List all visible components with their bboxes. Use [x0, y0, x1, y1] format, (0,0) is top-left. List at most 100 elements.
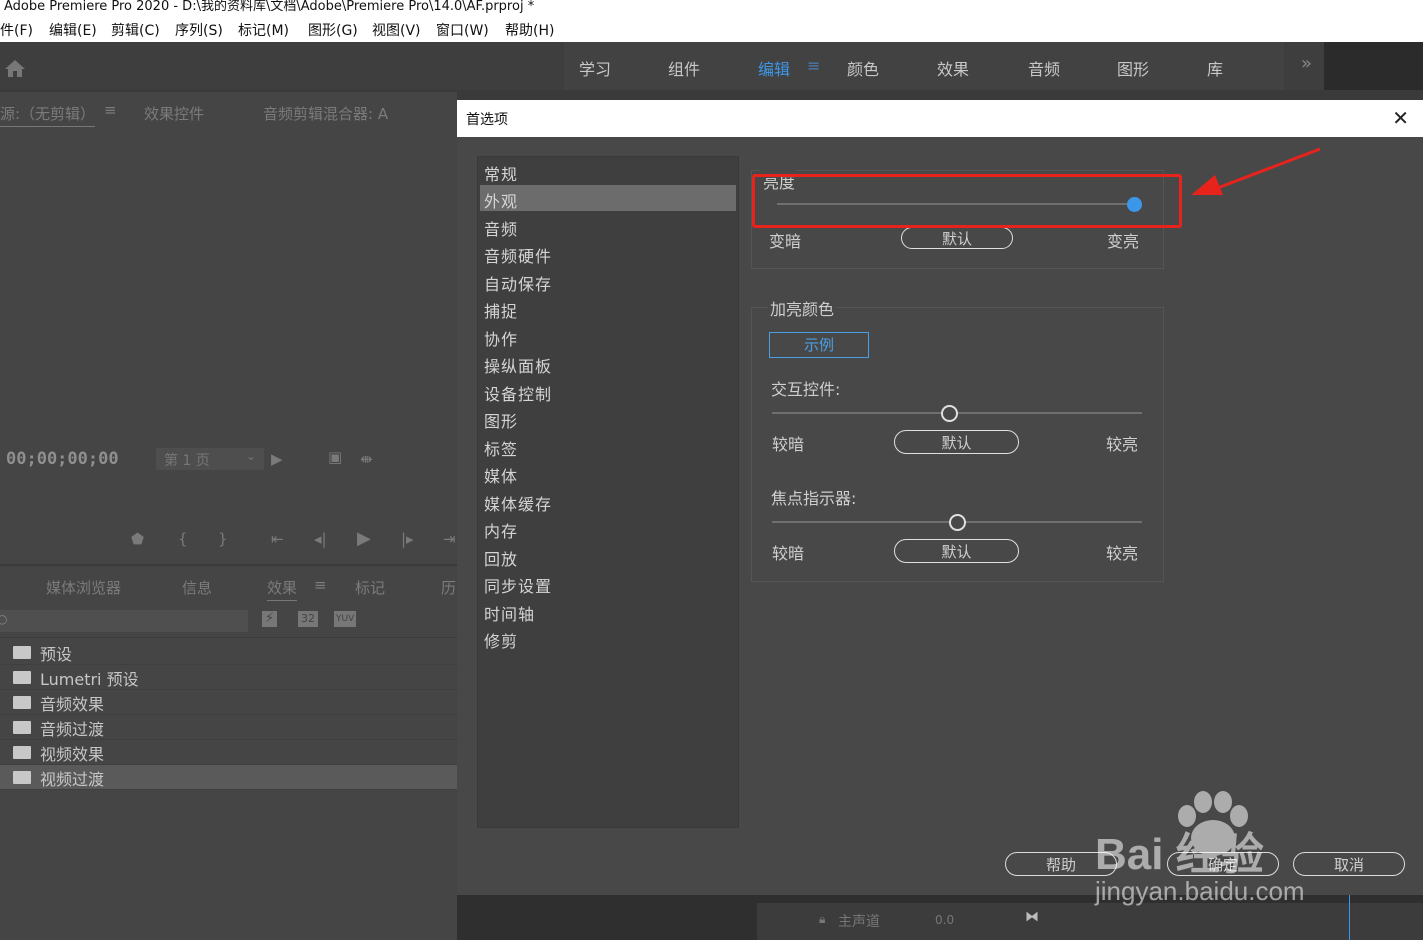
category-label: 音频硬件	[484, 247, 553, 266]
folder-row[interactable]: 预设	[0, 640, 457, 665]
menu-sequence[interactable]: 序列(S)	[175, 20, 223, 40]
tab-media-browser[interactable]: 媒体浏览器	[46, 577, 121, 598]
workspace-tab-libraries[interactable]: 库	[1207, 56, 1223, 80]
marker-icon[interactable]: ⬟	[131, 530, 144, 548]
menu-graphics[interactable]: 图形(G)	[308, 20, 358, 40]
workspace-tab-editing[interactable]: 编辑	[758, 56, 790, 80]
mark-in-icon[interactable]: {	[178, 530, 188, 548]
category-label: 设备控制	[484, 385, 553, 404]
workspace-tab-graphics[interactable]: 图形	[1117, 56, 1149, 80]
menu-help[interactable]: 帮助(H)	[505, 20, 554, 40]
workspace-tab-effects[interactable]: 效果	[937, 56, 969, 80]
effects-panel-menu-icon[interactable]: ≡	[314, 576, 327, 594]
workspace-overflow-button[interactable]: »	[1284, 42, 1324, 90]
play-icon[interactable]: ▶	[357, 528, 371, 549]
menu-edit[interactable]: 编辑(E)	[49, 20, 97, 40]
lock-icon[interactable]: 🔒︎	[819, 912, 825, 927]
home-icon[interactable]	[4, 58, 26, 78]
workspace-menu-icon[interactable]: ≡	[807, 56, 820, 75]
category-collaboration[interactable]: 协作	[480, 323, 736, 349]
workspace-tab-color[interactable]: 颜色	[847, 56, 879, 80]
category-playback[interactable]: 回放	[480, 543, 736, 569]
category-audio[interactable]: 音频	[480, 213, 736, 239]
category-media-cache[interactable]: 媒体缓存	[480, 488, 736, 514]
tab-history[interactable]: 历	[441, 577, 456, 598]
category-general[interactable]: 常规	[480, 158, 736, 184]
category-label: 媒体	[484, 467, 519, 486]
interactive-controls-default-button[interactable]: 默认	[894, 430, 1019, 454]
category-capture[interactable]: 捕捉	[480, 295, 736, 321]
home-area	[0, 42, 564, 90]
focus-indicators-knob[interactable]	[948, 514, 966, 531]
export-frame-icon[interactable]: ▣	[328, 448, 342, 466]
32bit-effects-icon[interactable]: 32	[298, 611, 318, 627]
category-labels[interactable]: 标签	[480, 433, 736, 459]
interactive-controls-knob[interactable]	[941, 405, 959, 422]
category-sync-settings[interactable]: 同步设置	[480, 570, 736, 596]
category-label: 外观	[484, 192, 519, 211]
example-swatch-button[interactable]: 示例	[769, 332, 869, 358]
window-title: Adobe Premiere Pro 2020 - D:\我的资料库\文档\Ad…	[4, 0, 535, 14]
interactive-controls-label: 交互控件:	[771, 380, 841, 399]
category-device-control[interactable]: 设备控制	[480, 378, 736, 404]
close-icon[interactable]: ✕	[1392, 106, 1409, 130]
category-label: 自动保存	[484, 275, 553, 294]
overflow-chevron-icon: »	[1301, 53, 1313, 74]
tab-effect-controls[interactable]: 效果控件	[144, 103, 204, 124]
category-auto-save[interactable]: 自动保存	[480, 268, 736, 294]
play-small-icon[interactable]: ▶	[271, 450, 283, 468]
yuv-effects-icon[interactable]: YUV	[334, 611, 357, 627]
folder-row-selected[interactable]: 视频过渡	[0, 765, 457, 790]
menu-markers[interactable]: 标记(M)	[238, 20, 289, 40]
category-appearance[interactable]: 外观	[480, 185, 736, 211]
folder-icon	[13, 746, 31, 759]
tab-info[interactable]: 信息	[182, 577, 212, 598]
folder-icon	[13, 671, 31, 684]
focus-indicators-default-button[interactable]: 默认	[894, 539, 1019, 563]
page-select[interactable]: 第 1 页 ⌄	[156, 448, 264, 470]
watermark-brand: Bai 经验	[1095, 830, 1264, 879]
window-title-bar: Adobe Premiere Pro 2020 - D:\我的资料库\文档\Ad…	[0, 0, 1423, 14]
tab-audio-clip-mixer[interactable]: 音频剪辑混合器: A	[263, 103, 388, 124]
effects-search-input[interactable]: ○	[0, 610, 248, 632]
brightness-light-label: 变亮	[1107, 232, 1140, 251]
category-label: 捕捉	[484, 302, 519, 321]
dialog-title: 首选项	[466, 112, 508, 128]
go-to-out-icon[interactable]: ⇥	[443, 530, 456, 548]
baidu-watermark: Bai 经验 jingyan.baidu.com	[1095, 790, 1355, 910]
workspace-tab-learn[interactable]: 学习	[579, 56, 611, 80]
folder-label: Lumetri 预设	[40, 670, 139, 689]
menu-window[interactable]: 窗口(W)	[436, 20, 489, 40]
example-label: 示例	[803, 336, 834, 354]
menu-file[interactable]: 件(F)	[0, 20, 33, 40]
workspace-tab-audio[interactable]: 音频	[1028, 56, 1060, 80]
category-media[interactable]: 媒体	[480, 460, 736, 486]
category-audio-hardware[interactable]: 音频硬件	[480, 240, 736, 266]
category-label: 同步设置	[484, 577, 553, 596]
tab-effects[interactable]: 效果	[267, 577, 298, 601]
panel-menu-icon[interactable]: ≡	[104, 101, 117, 119]
step-back-icon[interactable]: ◂|	[314, 530, 327, 548]
brightness-default-button[interactable]: 默认	[901, 227, 1013, 249]
step-forward-icon[interactable]: |▸	[401, 530, 414, 548]
folder-row[interactable]: Lumetri 预设	[0, 665, 457, 690]
button-label: 默认	[941, 230, 972, 248]
category-timeline[interactable]: 时间轴	[480, 598, 736, 624]
go-to-in-icon[interactable]: ⇤	[271, 530, 284, 548]
menu-view[interactable]: 视图(V)	[372, 20, 421, 40]
folder-row[interactable]: 视频效果	[0, 740, 457, 765]
accelerated-effects-icon[interactable]: ⚡	[262, 611, 278, 627]
menu-clip[interactable]: 剪辑(C)	[111, 20, 160, 40]
category-control-surface[interactable]: 操纵面板	[480, 350, 736, 376]
mark-out-icon[interactable]: }	[218, 530, 228, 548]
tab-source[interactable]: 源:（无剪辑）	[0, 103, 96, 127]
category-memory[interactable]: 内存	[480, 515, 736, 541]
category-graphics[interactable]: 图形	[480, 405, 736, 431]
insert-icon[interactable]: ⇼	[360, 450, 373, 468]
tab-markers[interactable]: 标记	[355, 577, 385, 598]
timecode-display[interactable]: 00;00;00;00	[6, 449, 119, 469]
workspace-tab-assembly[interactable]: 组件	[668, 56, 700, 80]
folder-row[interactable]: 音频效果	[0, 690, 457, 715]
category-trim[interactable]: 修剪	[480, 625, 736, 651]
folder-row[interactable]: 音频过渡	[0, 715, 457, 740]
